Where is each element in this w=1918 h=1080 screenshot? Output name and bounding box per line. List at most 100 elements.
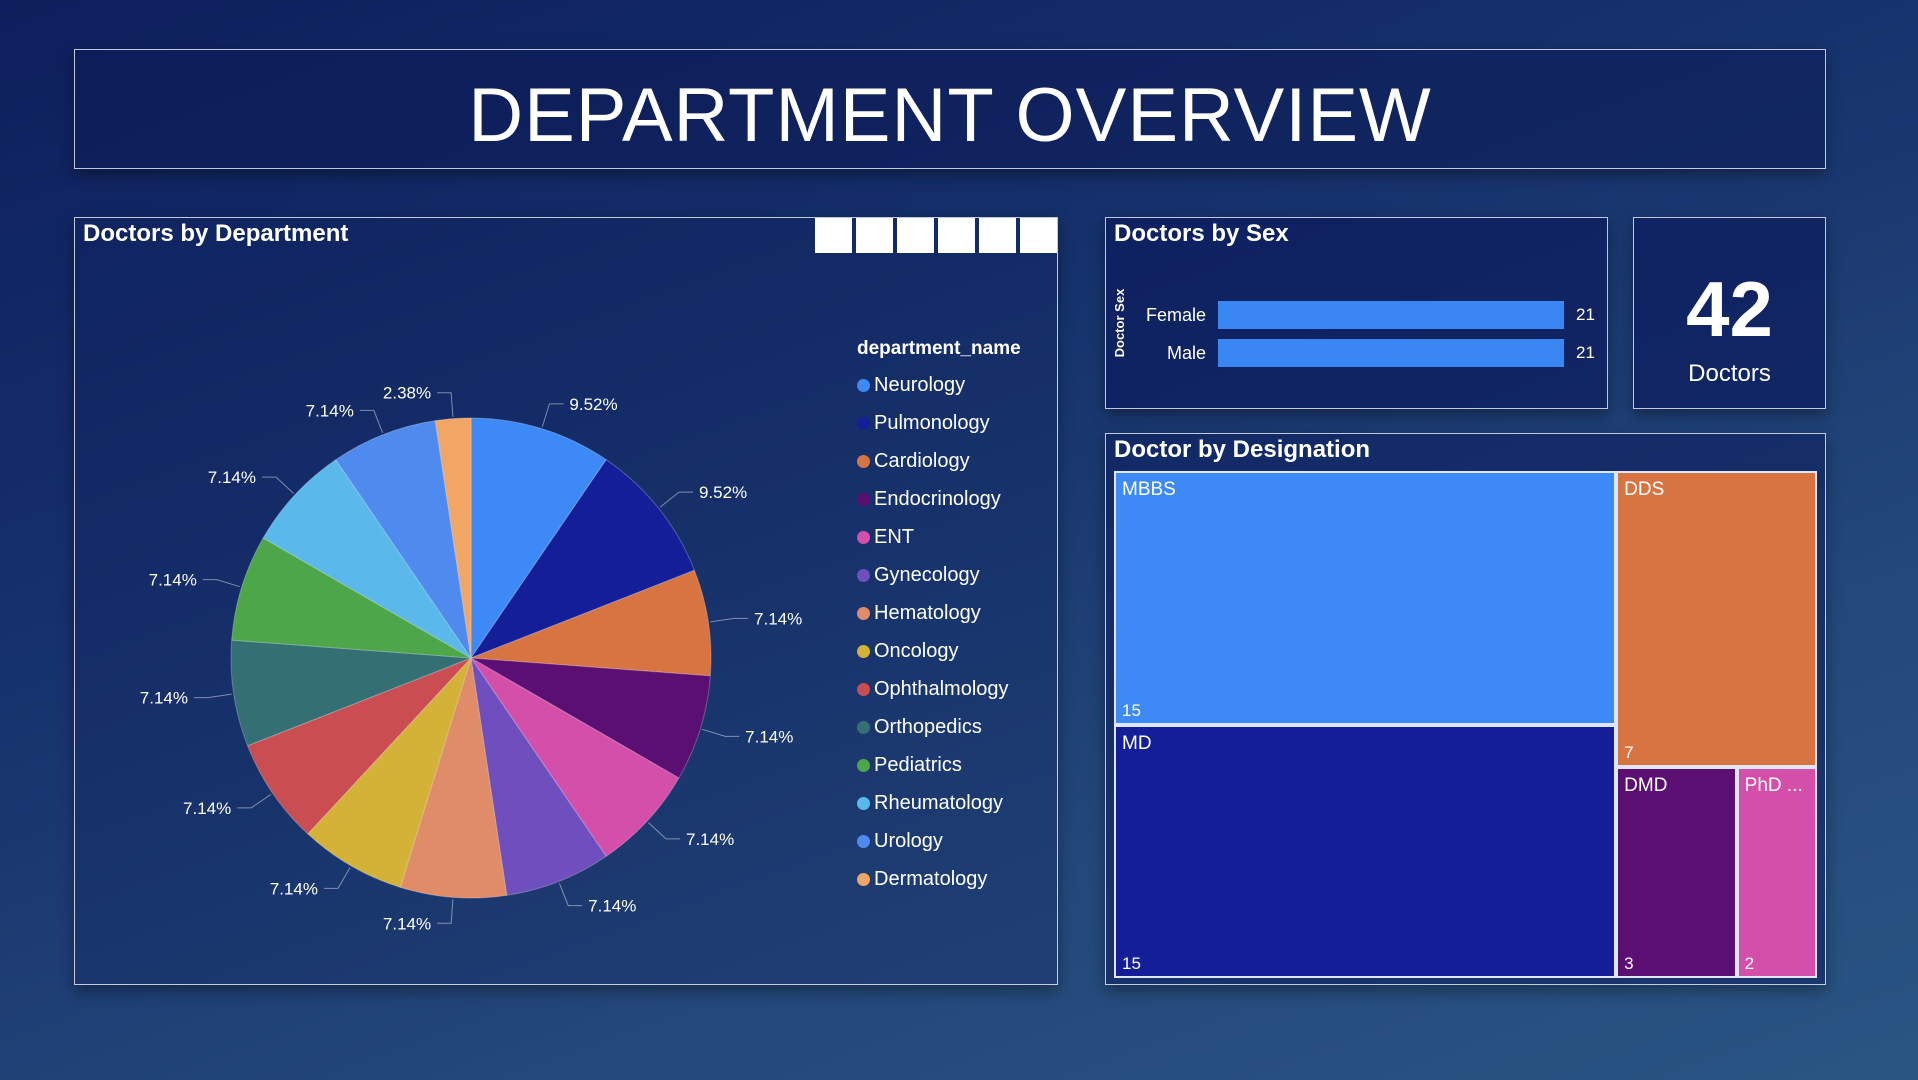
toolbar-button-2[interactable] — [856, 218, 893, 253]
legend-item-ophthalmology[interactable]: Ophthalmology — [857, 670, 1021, 708]
department-pie-visual[interactable]: Doctors by Department 9.52% 9.52% 7.14% 7.1… — [74, 217, 1058, 985]
legend-marker — [857, 872, 870, 886]
pie-leader-line — [659, 491, 693, 508]
legend-marker — [857, 758, 870, 772]
pie-leader-line — [437, 392, 454, 417]
legend-item-ent[interactable]: ENT — [857, 518, 1021, 556]
page-title: DEPARTMENT OVERVIEW — [468, 73, 1432, 158]
legend-item-oncology[interactable]: Oncology — [857, 632, 1021, 670]
sex-axis-label: Doctor Sex — [1112, 278, 1132, 368]
sex-bar-female[interactable] — [1218, 301, 1564, 329]
pie-data-label: 7.14% — [588, 897, 636, 916]
treemap-cell-md[interactable]: MD 15 — [1114, 724, 1617, 978]
legend-label: Pulmonology — [874, 411, 990, 434]
legend-item-hematology[interactable]: Hematology — [857, 594, 1021, 632]
treemap-value: 2 — [1744, 954, 1755, 973]
pie-leader-line — [648, 822, 680, 840]
legend-label: Rheumatology — [874, 791, 1003, 814]
legend-item-dermatology[interactable]: Dermatology — [857, 860, 1021, 898]
legend-label: Endocrinology — [874, 487, 1001, 510]
sex-chart-title: Doctors by Sex — [1114, 220, 1289, 247]
legend-marker — [857, 720, 870, 734]
legend-item-rheumatology[interactable]: Rheumatology — [857, 784, 1021, 822]
toolbar-button-1[interactable] — [815, 218, 852, 253]
pie-data-label: 2.38% — [383, 384, 431, 403]
legend-label: Dermatology — [874, 867, 988, 890]
legend-marker — [857, 378, 870, 392]
pie-data-label: 7.14% — [745, 727, 793, 746]
designation-treemap: MBBS 15 MD 15 DDS 7 DMD 3 PhD ... 2 — [1114, 471, 1817, 978]
legend-marker — [857, 796, 870, 810]
sex-value-label: 21 — [1576, 305, 1595, 324]
legend-item-cardiology[interactable]: Cardiology — [857, 442, 1021, 480]
pie-leader-line — [541, 403, 564, 427]
legend-item-pulmonology[interactable]: Pulmonology — [857, 404, 1021, 442]
legend-item-orthopedics[interactable]: Orthopedics — [857, 708, 1021, 746]
legend-label: ENT — [874, 525, 914, 548]
pie-leader-line — [193, 693, 232, 699]
legend-item-neurology[interactable]: Neurology — [857, 366, 1021, 404]
legend-marker — [857, 834, 870, 848]
legend-label: Pediatrics — [874, 753, 962, 776]
legend-marker — [857, 644, 870, 658]
legend-item-pediatrics[interactable]: Pediatrics — [857, 746, 1021, 784]
legend-label: Gynecology — [874, 563, 980, 586]
kpi-label: Doctors — [1688, 360, 1771, 387]
legend-label: Neurology — [874, 373, 966, 396]
treemap-label: MD — [1122, 732, 1152, 754]
legend-label: Oncology — [874, 639, 959, 662]
treemap-label: DDS — [1624, 479, 1665, 500]
treemap-cell-mbbs[interactable]: MBBS 15 — [1114, 471, 1617, 725]
toolbar-button-5[interactable] — [979, 218, 1016, 253]
treemap-cell-dds[interactable]: DDS 7 — [1616, 471, 1817, 767]
doctors-kpi-card[interactable]: 42 Doctors — [1633, 217, 1826, 409]
legend-label: Urology — [874, 829, 943, 852]
legend-marker — [857, 416, 870, 430]
sex-row-female: Female 21 — [1136, 301, 1595, 329]
toolbar-button-3[interactable] — [897, 218, 934, 253]
pie-leader-line — [202, 579, 240, 588]
sex-row-male: Male 21 — [1136, 339, 1595, 367]
pie-data-label: 7.14% — [686, 830, 734, 849]
legend-label: Cardiology — [874, 449, 970, 472]
legend-marker — [857, 454, 870, 468]
sex-category-label: Male — [1166, 342, 1206, 363]
pie-data-label: 9.52% — [569, 395, 617, 414]
pie-leader-line — [262, 476, 294, 494]
legend-items: Neurology Pulmonology Cardiology Endocrinol… — [857, 366, 1021, 898]
treemap-label: DMD — [1624, 774, 1668, 796]
sex-bar-male[interactable] — [1218, 339, 1564, 367]
treemap-cell-phd[interactable]: PhD ... 2 — [1736, 766, 1817, 978]
pie-data-label: 9.52% — [699, 483, 747, 502]
toolbar-button-4[interactable] — [938, 218, 975, 253]
legend-label: Ophthalmology — [874, 677, 1009, 700]
legend-marker — [857, 530, 870, 544]
pie-data-label: 7.14% — [383, 914, 431, 933]
pie-data-label: 7.14% — [183, 799, 231, 818]
legend-marker — [857, 568, 870, 582]
sex-axis-title: Doctor Sex — [1112, 288, 1127, 358]
pie-leader-line — [710, 617, 749, 623]
legend-item-endocrinology[interactable]: Endocrinology — [857, 480, 1021, 518]
designation-treemap-visual[interactable]: Doctor by Designation MBBS 15 MD 15 DDS 7 DMD 3… — [1105, 433, 1826, 985]
legend-marker — [857, 492, 870, 506]
kpi-value: 42 — [1686, 265, 1773, 353]
pie-data-label: 7.14% — [754, 609, 802, 628]
pie-data-label: 7.14% — [149, 571, 197, 590]
pie-leader-line — [702, 728, 740, 737]
treemap-value: 15 — [1122, 954, 1141, 973]
pie-leader-line — [437, 899, 454, 924]
department-legend: department_name Neurology Pulmonology Card… — [857, 338, 1021, 898]
sex-bar-visual[interactable]: Doctors by Sex Doctor Sex Female 21 Male 21 — [1105, 217, 1608, 409]
legend-item-urology[interactable]: Urology — [857, 822, 1021, 860]
visual-toolbar — [815, 218, 1057, 253]
toolbar-button-6[interactable] — [1020, 218, 1057, 253]
treemap-value: 15 — [1122, 700, 1141, 720]
title-banner: DEPARTMENT OVERVIEW — [74, 49, 1826, 169]
legend-item-gynecology[interactable]: Gynecology — [857, 556, 1021, 594]
pie-leader-line — [359, 409, 384, 433]
pie-leader-line — [558, 883, 583, 907]
treemap-cell-dmd[interactable]: DMD 3 — [1616, 766, 1737, 978]
treemap-label: MBBS — [1122, 479, 1176, 500]
designation-chart-title: Doctor by Designation — [1114, 436, 1371, 463]
